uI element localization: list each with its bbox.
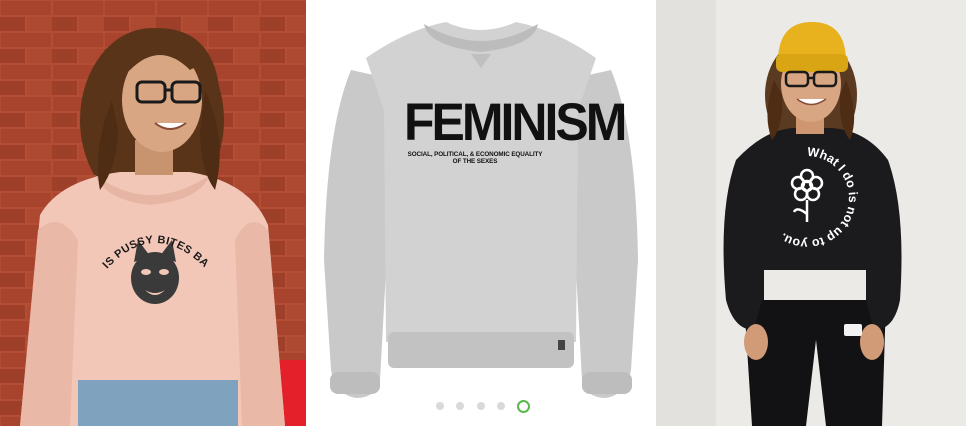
carousel-dot-5[interactable] (517, 399, 530, 413)
photo-black-hoodie: What I do is not up to you. (656, 0, 966, 426)
carousel-dot-1[interactable] (436, 402, 444, 410)
carousel-dots (436, 399, 530, 413)
photo-pink-hoodie: THIS PUSSY BITES BACK (0, 0, 306, 426)
pink-hoodie-scene: THIS PUSSY BITES BACK (0, 0, 306, 426)
grey-sweatshirt (324, 22, 638, 398)
carousel-dot-4[interactable] (496, 402, 505, 410)
carousel-dot-2[interactable] (456, 402, 465, 410)
black-hoodie-scene: What I do is not up to you. (656, 0, 966, 426)
sweatshirt-print-title: FEMINISM (404, 92, 627, 152)
carousel-dot-3[interactable] (476, 402, 485, 410)
sweatshirt-print-subtitle: SOCIAL, POLITICAL, & ECONOMIC EQUALITY O… (407, 151, 543, 165)
product-image-feminism-sweatshirt (306, 0, 656, 426)
